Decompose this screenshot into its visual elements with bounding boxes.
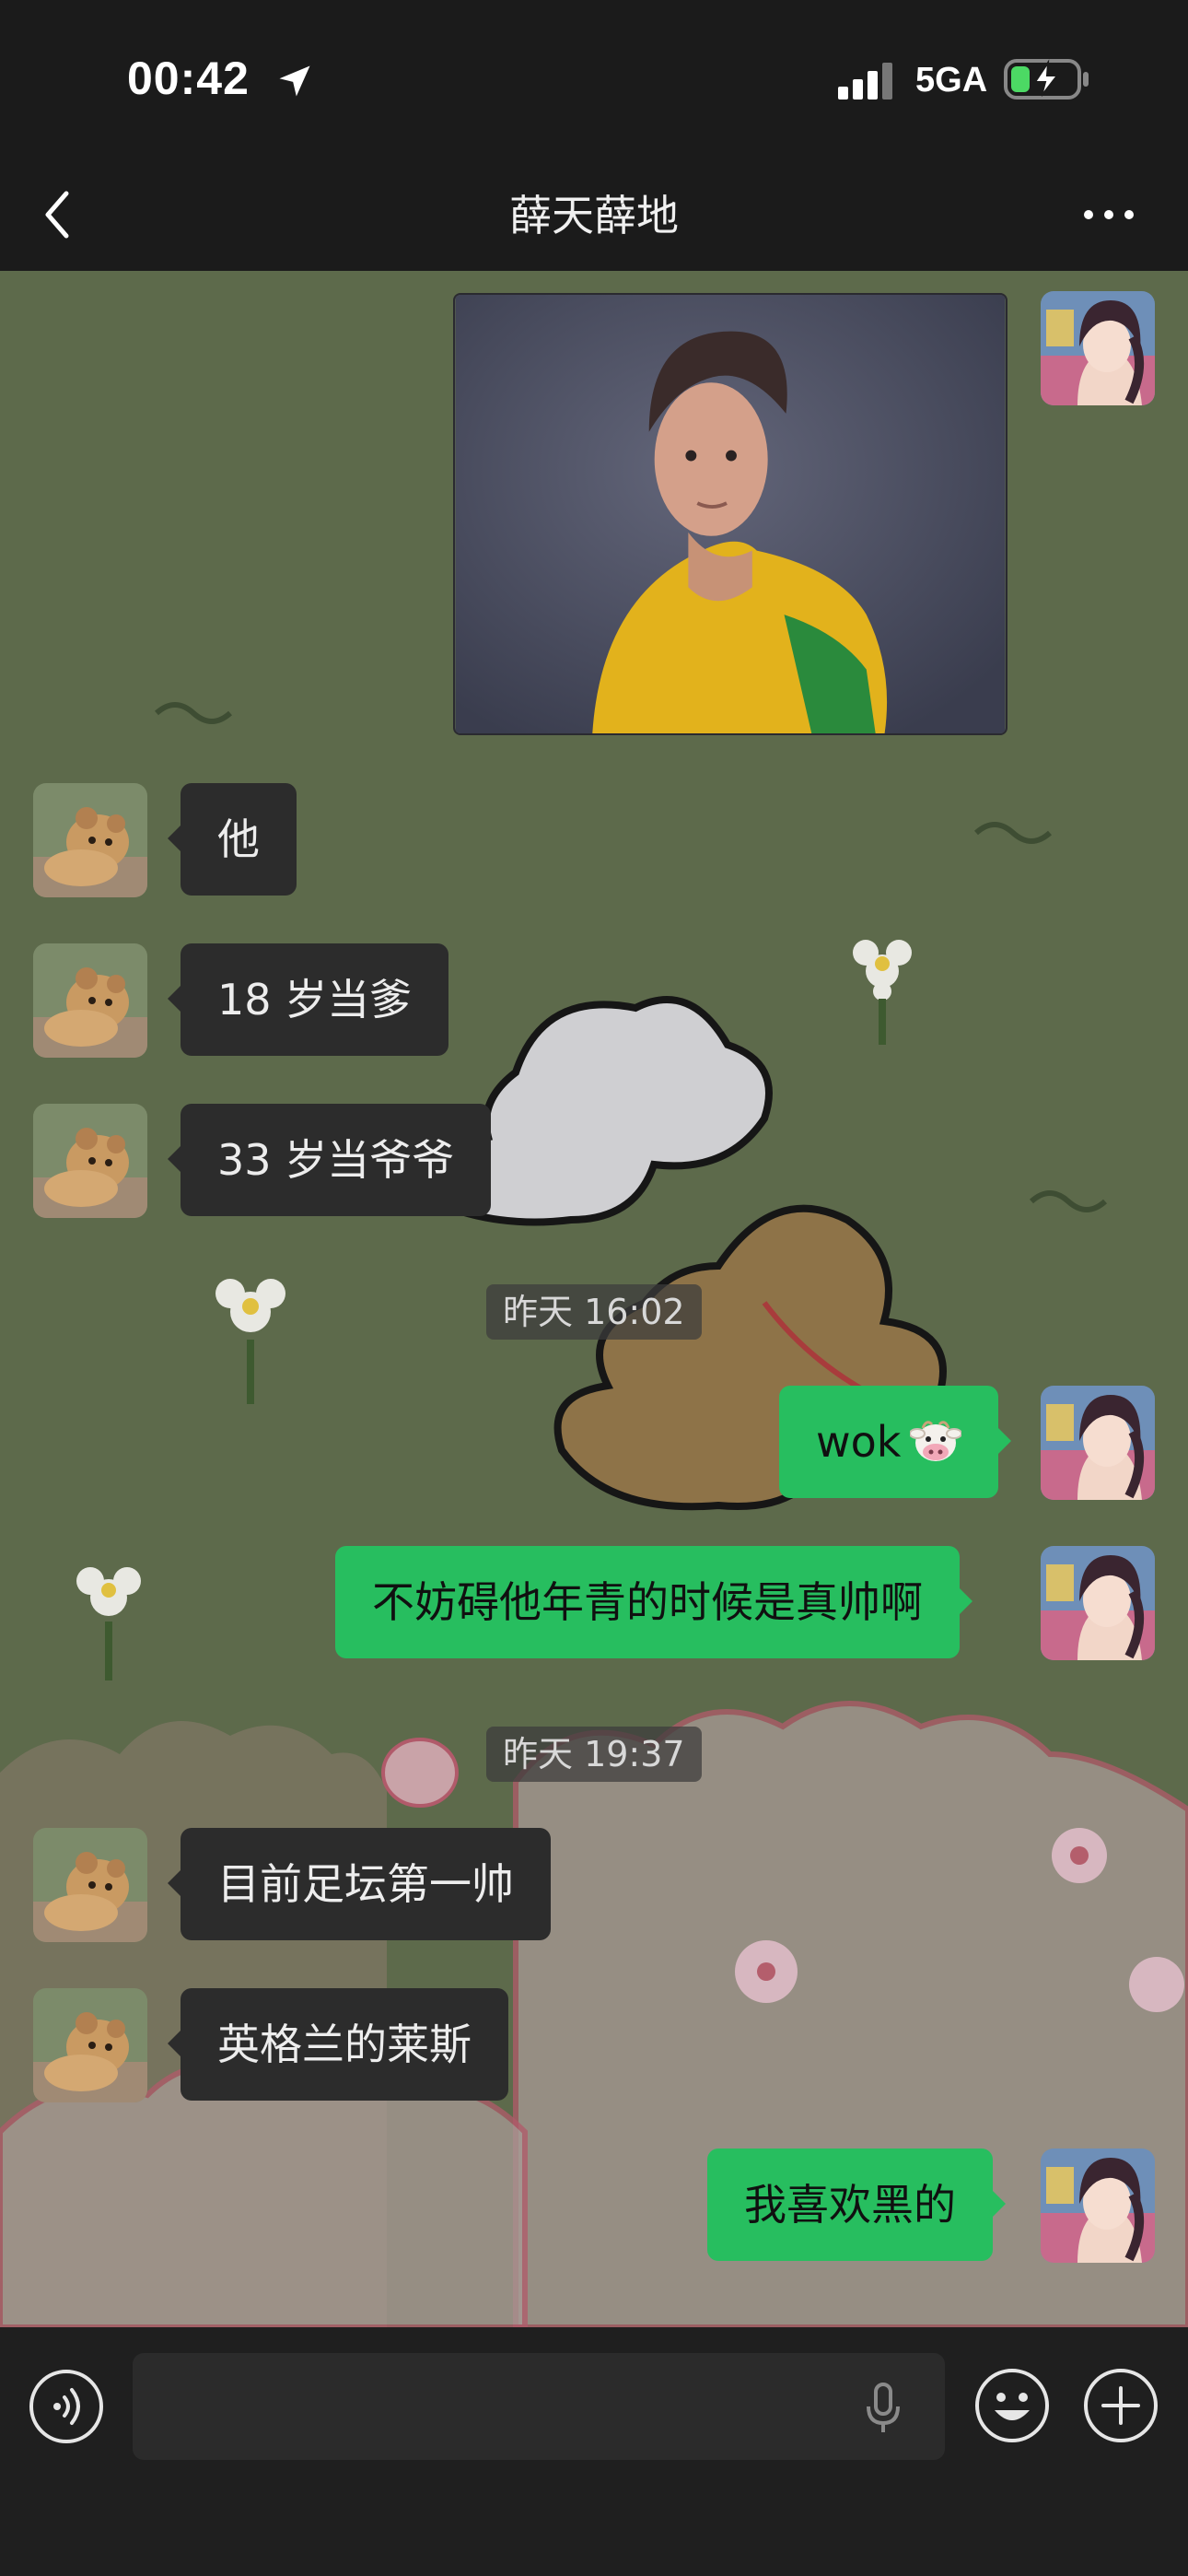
friend-avatar[interactable] xyxy=(33,1104,147,1218)
voice-icon[interactable] xyxy=(28,2368,105,2445)
message-list[interactable]: 他 18 岁当爹 33 岁当爷爷 昨天 16:02 wok 不妨碍他年青的时候是… xyxy=(0,271,1188,2327)
anime-girl-avatar-icon xyxy=(1041,1386,1155,1500)
message-bubble-incoming[interactable]: 目前足坛第一帅 xyxy=(168,1828,551,1940)
my-avatar[interactable] xyxy=(1041,1386,1155,1500)
input-bar xyxy=(0,2327,1188,2576)
photo-image xyxy=(455,295,1006,733)
microphone-icon[interactable] xyxy=(860,2381,906,2436)
message-bubble-incoming[interactable]: 他 xyxy=(168,783,297,896)
lion-cub-avatar-icon xyxy=(33,1988,147,2102)
cow-face-icon xyxy=(910,1420,962,1461)
message-bubble-incoming[interactable]: 18 岁当爹 xyxy=(167,943,449,1056)
message-bubble-outgoing[interactable]: wok xyxy=(779,1386,1012,1498)
battery-charging-icon xyxy=(1004,59,1089,100)
my-avatar[interactable] xyxy=(1041,2149,1155,2263)
status-time: 00:42 xyxy=(127,53,250,104)
friend-avatar[interactable] xyxy=(33,783,147,897)
lion-cub-avatar-icon xyxy=(33,783,147,897)
anime-girl-avatar-icon xyxy=(1041,2149,1155,2263)
photo-message[interactable] xyxy=(453,293,1007,735)
network-label: 5GA xyxy=(915,61,988,100)
my-avatar[interactable] xyxy=(1041,291,1155,405)
message-timestamp: 昨天 19:37 xyxy=(486,1727,702,1782)
message-input[interactable] xyxy=(133,2353,945,2460)
message-bubble-incoming[interactable]: 33 岁当爷爷 xyxy=(167,1104,492,1216)
plus-icon[interactable] xyxy=(1081,2366,1160,2445)
message-text: wok xyxy=(816,1417,902,1467)
message-bubble-outgoing[interactable]: 我喜欢黑的 xyxy=(707,2149,1006,2261)
chat-title: 薛天薛地 xyxy=(509,191,679,240)
message-bubble-outgoing[interactable]: 不妨碍他年青的时候是真帅啊 xyxy=(335,1546,973,1658)
emoji-icon[interactable] xyxy=(973,2366,1052,2445)
location-arrow-icon xyxy=(279,65,310,97)
message-timestamp: 昨天 16:02 xyxy=(486,1284,702,1340)
lion-cub-avatar-icon xyxy=(33,943,147,1058)
signal-icon xyxy=(838,63,892,100)
status-bar: 00:42 5GA xyxy=(0,0,1188,157)
message-bubble-incoming[interactable]: 英格兰的莱斯 xyxy=(168,1988,508,2101)
more-dots-icon[interactable] xyxy=(1079,192,1138,238)
friend-avatar[interactable] xyxy=(33,1988,147,2102)
anime-girl-avatar-icon xyxy=(1041,1546,1155,1660)
anime-girl-avatar-icon xyxy=(1041,291,1155,405)
chat-header: 薛天薛地 xyxy=(0,157,1188,271)
friend-avatar[interactable] xyxy=(33,943,147,1058)
lion-cub-avatar-icon xyxy=(33,1104,147,1218)
lion-cub-avatar-icon xyxy=(33,1828,147,1942)
friend-avatar[interactable] xyxy=(33,1828,147,1942)
my-avatar[interactable] xyxy=(1041,1546,1155,1660)
